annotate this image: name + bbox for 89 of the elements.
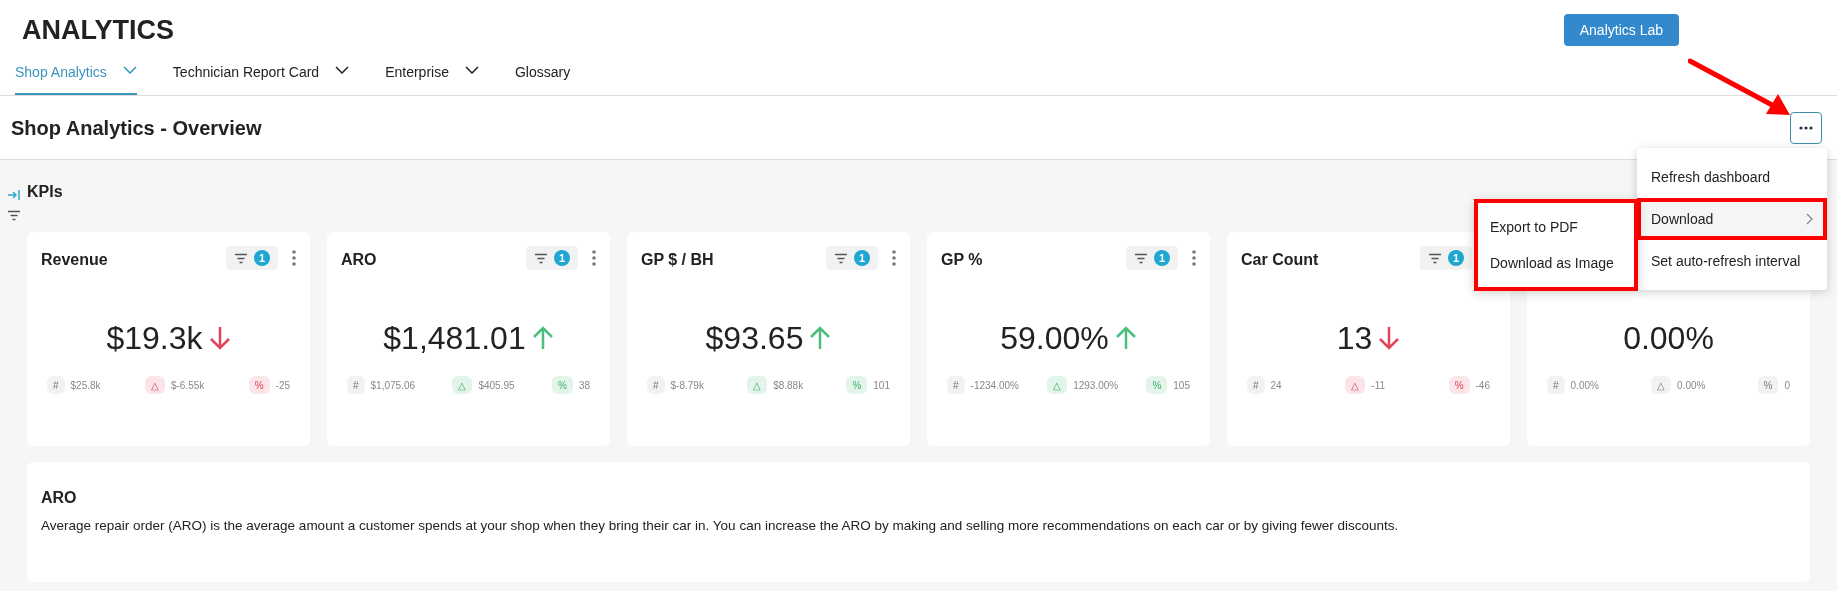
filter-count-badge: 1 (1448, 250, 1464, 266)
stat-symbol-chip: # (647, 376, 665, 394)
stat-value: $1,075.06 (370, 378, 416, 393)
stat-symbol-chip: # (47, 376, 65, 394)
chevron-right-icon (1806, 213, 1813, 225)
stat-symbol-chip: △ (452, 376, 473, 394)
filter-count-badge: 1 (554, 250, 570, 266)
more-vertical-icon[interactable] (1192, 250, 1196, 266)
arrow-down-icon (208, 325, 231, 351)
filter-icon (1428, 252, 1442, 264)
card-title: GP % (941, 250, 983, 270)
stat-value: 1293.00% (1073, 378, 1119, 393)
kpi-value: $19.3k (106, 322, 203, 354)
stat-symbol-chip: # (1547, 376, 1565, 394)
stat-symbol-chip: % (1448, 376, 1470, 394)
submenu-item[interactable]: Export to PDF (1478, 209, 1634, 245)
arrow-down-icon (1378, 325, 1401, 351)
stat-value: $405.95 (478, 378, 515, 393)
nav-tab[interactable]: Technician Report Card (172, 60, 350, 95)
card-title: Car Count (1241, 250, 1319, 270)
stat-value: 38 (578, 378, 590, 393)
stat-value: -25 (275, 378, 290, 393)
card-title: GP $ / BH (641, 250, 714, 270)
kpi-value: $93.65 (705, 322, 804, 354)
filter-icon (834, 252, 848, 264)
nav-tab[interactable]: Glossary (514, 60, 571, 95)
arrow-up-icon (1114, 325, 1137, 351)
stat-value: 0.00% (1677, 378, 1706, 393)
more-horizontal-icon (1799, 126, 1813, 130)
stat-value: 0 (1784, 378, 1790, 393)
stat-symbol-chip: △ (1345, 376, 1366, 394)
filter-icon (534, 252, 548, 264)
section-title: KPIs (27, 182, 63, 202)
filter-icon (234, 252, 248, 264)
stat-symbol-chip: % (248, 376, 270, 394)
stat-symbol-chip: % (551, 376, 573, 394)
arrow-up-icon (531, 325, 554, 351)
stat-value: 0.00% (1570, 378, 1599, 393)
stat-symbol-chip: △ (747, 376, 768, 394)
stat-symbol-chip: △ (144, 376, 165, 394)
menu-item[interactable]: Set auto-refresh interval (1637, 240, 1827, 282)
kpi-value: $1,481.01 (383, 322, 526, 354)
more-options-button[interactable] (1790, 112, 1822, 144)
stat-value: 24 (1270, 378, 1282, 393)
page-title: Shop Analytics - Overview (11, 115, 262, 141)
stat-symbol-chip: △ (1651, 376, 1672, 394)
nav-tab[interactable]: Enterprise (385, 60, 479, 95)
filter-icon (1134, 252, 1148, 264)
more-vertical-icon[interactable] (892, 250, 896, 266)
filter-count-badge: 1 (254, 250, 270, 266)
more-vertical-icon[interactable] (592, 250, 596, 266)
stat-symbol-chip: % (1146, 376, 1168, 394)
menu-item[interactable]: Download (1637, 198, 1827, 240)
menu-item[interactable]: Refresh dashboard (1637, 156, 1827, 198)
stat-symbol-chip: % (846, 376, 868, 394)
expand-panel-icon[interactable] (7, 190, 20, 200)
stat-symbol-chip: % (1757, 376, 1779, 394)
stat-value: 101 (873, 378, 890, 393)
filter-icon[interactable] (6, 210, 21, 221)
description-title: ARO (41, 488, 78, 508)
stat-symbol-chip: # (1247, 376, 1265, 394)
stat-value: $-8.79k (670, 378, 704, 393)
kpi-value: 59.00% (1000, 322, 1109, 354)
kpi-value: 13 (1336, 322, 1373, 354)
stat-value: -11 (1371, 378, 1385, 393)
kpi-value: 0.00% (1623, 322, 1714, 354)
stat-value: -1234.00% (970, 378, 1019, 393)
filter-count-badge: 1 (854, 250, 870, 266)
stat-value: $8.88k (773, 378, 804, 393)
analytics-lab-button[interactable]: Analytics Lab (1563, 14, 1679, 46)
card-title: ARO (341, 250, 377, 270)
stat-value: 105 (1173, 378, 1190, 393)
app-title: ANALYTICS (22, 13, 175, 47)
submenu-item[interactable]: Download as Image (1478, 245, 1634, 281)
arrow-up-icon (809, 325, 832, 351)
stat-symbol-chip: # (947, 376, 965, 394)
nav-tab[interactable]: Shop Analytics (15, 60, 137, 95)
stat-value: $25.8k (70, 378, 101, 393)
chevron-down-icon (122, 66, 137, 74)
card-title: Revenue (41, 250, 108, 270)
chevron-down-icon (335, 66, 350, 74)
more-vertical-icon[interactable] (292, 250, 296, 266)
stat-value: -46 (1475, 378, 1490, 393)
chevron-down-icon (464, 66, 479, 74)
filter-count-badge: 1 (1154, 250, 1170, 266)
stat-value: $-6.55k (170, 378, 205, 393)
stat-symbol-chip: △ (1047, 376, 1068, 394)
stat-symbol-chip: # (347, 376, 365, 394)
description-text: Average repair order (ARO) is the average amount a customer spends at your shop when they bring their car in. You can increase the ARO by making and selling more recommendations on each car or by giving fewer discounts. (41, 517, 1400, 535)
